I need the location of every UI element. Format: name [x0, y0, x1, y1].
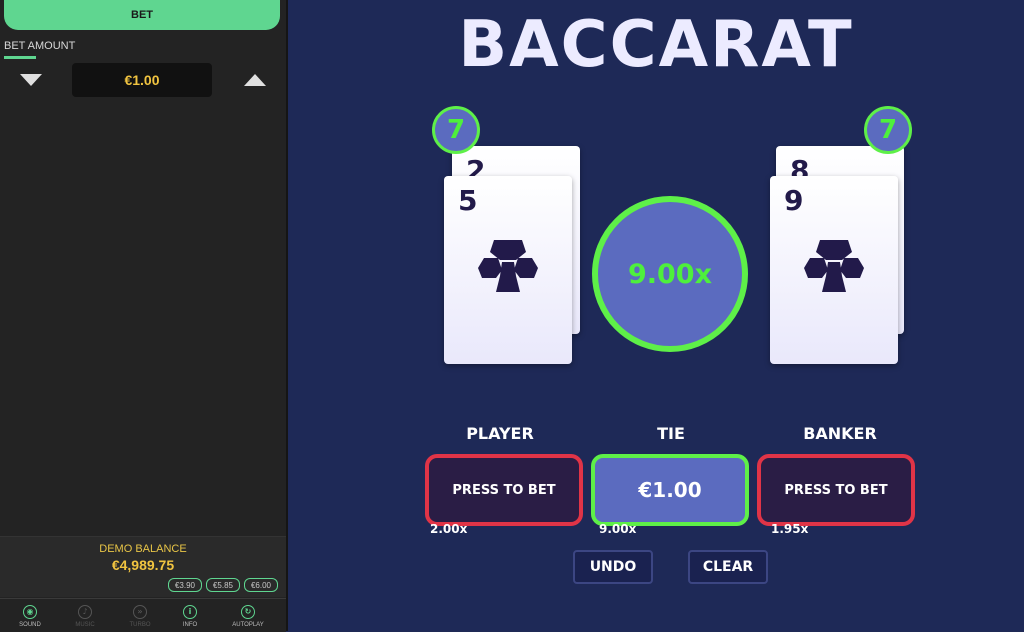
turbo-label: TURBO [129, 622, 151, 628]
chip-button[interactable]: €5.85 [206, 578, 240, 592]
decrease-bet-icon[interactable] [20, 74, 42, 86]
chip-button[interactable]: €6.00 [244, 578, 278, 592]
player-card-front: 5 [444, 176, 572, 364]
tie-bet-button[interactable]: €1.00 [591, 454, 749, 526]
tie-payout: 9.00x [599, 522, 637, 536]
bet-amount-tab-indicator [4, 56, 36, 59]
clubs-icon [476, 236, 540, 300]
music-icon: ♪ [78, 605, 92, 619]
card-rank: 5 [458, 184, 478, 217]
game-title: BACCARAT [458, 8, 854, 82]
card-rank: 9 [784, 184, 804, 217]
banker-bet-button[interactable]: PRESS TO BET [757, 454, 915, 526]
player-zone-label: PLAYER [466, 424, 534, 443]
baccarat-table: BACCARAT 2 5 7 9.00x 8 9 7 PLAYER TIE BA… [288, 0, 1024, 631]
autoplay-label: AUTOPLAY [232, 622, 264, 628]
increase-bet-icon[interactable] [244, 74, 266, 86]
clear-button[interactable]: CLEAR [688, 550, 768, 584]
banker-card-front: 9 [770, 176, 898, 364]
tie-multiplier-circle: 9.00x [592, 196, 748, 352]
autoplay-icon: ↻ [241, 605, 255, 619]
banker-score-badge: 7 [864, 106, 912, 154]
turbo-icon: » [133, 605, 147, 619]
bet-sidebar: BET BET AMOUNT €1.00 DEMO BALANCE €4,989… [0, 0, 288, 632]
info-icon: i [183, 605, 197, 619]
chip-button[interactable]: €3.90 [168, 578, 202, 592]
player-bet-button[interactable]: PRESS TO BET [425, 454, 583, 526]
info-button[interactable]: i INFO [170, 605, 210, 628]
undo-button[interactable]: UNDO [573, 550, 653, 584]
sound-button[interactable]: ◉ SOUND [10, 605, 50, 628]
demo-balance-label: DEMO BALANCE [99, 543, 187, 555]
music-label: MUSIC [75, 622, 95, 628]
info-label: INFO [182, 622, 198, 628]
banker-zone-label: BANKER [803, 424, 877, 443]
tie-zone-label: TIE [657, 424, 685, 443]
demo-balance-value: €4,989.75 [111, 557, 175, 573]
player-score-badge: 7 [432, 106, 480, 154]
turbo-button[interactable]: » TURBO [120, 605, 160, 628]
bet-amount-value[interactable]: €1.00 [72, 63, 212, 97]
balance-panel: DEMO BALANCE €4,989.75 €3.90 €5.85 €6.00 [0, 536, 286, 597]
bet-amount-label: BET AMOUNT [4, 40, 76, 52]
bet-button[interactable]: BET [4, 0, 280, 30]
autoplay-button[interactable]: ↻ AUTOPLAY [228, 605, 268, 628]
sound-icon: ◉ [23, 605, 37, 619]
player-payout: 2.00x [430, 522, 468, 536]
sound-label: SOUND [19, 622, 41, 628]
bottom-toolbar: ◉ SOUND ♪ MUSIC » TURBO i INFO ↻ AUTOPLA… [0, 598, 286, 632]
banker-payout: 1.95x [771, 522, 809, 536]
clubs-icon [802, 236, 866, 300]
music-button[interactable]: ♪ MUSIC [65, 605, 105, 628]
